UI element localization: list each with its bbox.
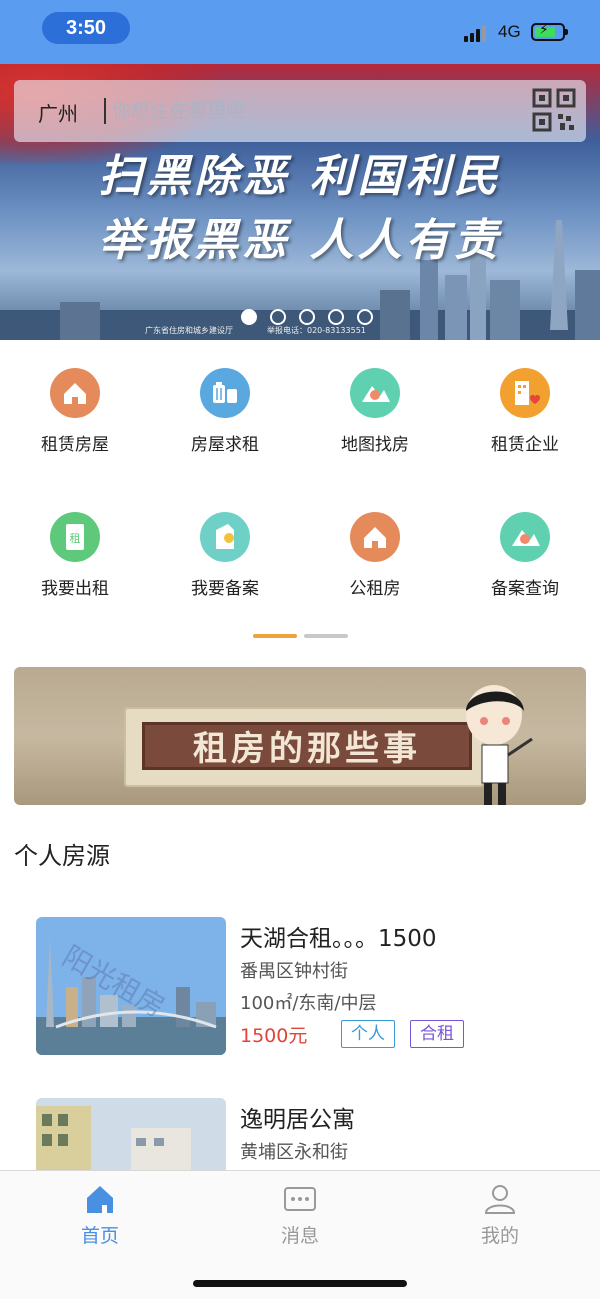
grid-item-label: 我要出租 xyxy=(41,579,109,599)
cartoon-girl-illustration xyxy=(466,685,533,805)
grid-item-label: 备案查询 xyxy=(491,579,559,599)
grid-item-label: 房屋求租 xyxy=(191,435,259,455)
tab-label: 消息 xyxy=(280,1225,319,1247)
status-bar: 3:50 4G ⚡ xyxy=(0,0,600,64)
search-input[interactable] xyxy=(112,94,492,128)
grid-item-house-wanted[interactable]: 房屋求租 xyxy=(150,368,300,478)
home-icon xyxy=(87,1186,113,1213)
grid-item-rental-enterprise[interactable]: 租赁企业 xyxy=(450,368,600,478)
carousel-dot[interactable] xyxy=(357,309,373,325)
search-divider xyxy=(104,98,106,124)
listing-tag-personal: 个人 xyxy=(341,1020,395,1048)
listing-tag-shared: 合租 xyxy=(410,1020,464,1048)
public-housing-icon xyxy=(350,512,400,562)
grid-item-record[interactable]: 我要备案 xyxy=(150,512,300,622)
city-selector[interactable]: 广州 xyxy=(38,98,78,127)
home-indicator xyxy=(193,1280,407,1287)
bottom-tab-bar: 首页 消息 我的 xyxy=(0,1170,600,1299)
carousel-dot[interactable] xyxy=(241,309,257,325)
banner-slogan-line1: 扫黑除恶 利国利民 xyxy=(98,151,502,202)
banner-footer-right: 举报电话：020-83133551 xyxy=(267,326,366,335)
grid-pager-inactive[interactable] xyxy=(304,634,348,638)
qr-scan-icon[interactable] xyxy=(530,86,578,134)
luggage-icon xyxy=(200,368,250,418)
carousel-dot[interactable] xyxy=(328,309,344,325)
banner-footer-left: 广东省住房和城乡建设厅 xyxy=(145,326,233,335)
grid-item-label: 地图找房 xyxy=(341,435,409,455)
tab-home[interactable]: 首页 xyxy=(0,1183,200,1247)
listing-spec: 100㎡/东南/中层 xyxy=(240,993,377,1014)
grid-item-label: 公租房 xyxy=(349,579,401,599)
grid-item-rental-housing[interactable]: 租赁房屋 xyxy=(0,368,150,478)
grid-item-rent-out[interactable]: 租 我要出租 xyxy=(0,512,150,622)
grid-item-map-search[interactable]: 地图找房 xyxy=(300,368,450,478)
enterprise-icon xyxy=(500,368,550,418)
svg-text:租: 租 xyxy=(70,532,81,545)
carousel-dot[interactable] xyxy=(299,309,315,325)
search-bar: 广州 xyxy=(14,80,586,142)
listing-name: 天湖合租。。。1500 xyxy=(240,926,437,952)
listing-price: 1500元 xyxy=(240,1025,308,1047)
grid-item-label: 租赁房屋 xyxy=(41,435,109,455)
listing-area: 黄埔区永和街 xyxy=(240,1142,348,1163)
record-icon xyxy=(200,512,250,562)
promo-title: 租房的那些事 xyxy=(142,722,472,770)
cellular-signal-icon xyxy=(464,24,490,42)
listing-card[interactable]: 逸明居公寓 黄埔区永和街 xyxy=(36,1098,576,1170)
tab-label: 我的 xyxy=(480,1225,519,1247)
listing-name: 逸明居公寓 xyxy=(240,1107,355,1133)
listing-thumbnail: 阳光租房 xyxy=(36,917,226,1055)
profile-icon xyxy=(484,1185,516,1214)
rent-out-icon: 租 xyxy=(50,512,100,562)
map-icon xyxy=(350,368,400,418)
network-type: 4G xyxy=(498,22,521,41)
grid-pager-active[interactable] xyxy=(253,634,297,638)
listing-card[interactable]: 阳光租房 天湖合租。。。1500 番禺区钟村街 100㎡/东南/中层 1500元… xyxy=(36,917,576,1057)
banner-slogan-line2: 举报黑恶 人人有责 xyxy=(98,215,502,266)
grid-item-label: 我要备案 xyxy=(191,579,259,599)
section-title-personal-listings: 个人房源 xyxy=(14,842,110,870)
tab-messages[interactable]: 消息 xyxy=(200,1183,400,1247)
tab-label: 首页 xyxy=(80,1225,119,1247)
grid-item-public-housing[interactable]: 公租房 xyxy=(300,512,450,622)
carousel-dot[interactable] xyxy=(270,309,286,325)
grid-item-label: 租赁企业 xyxy=(491,435,559,455)
record-query-icon xyxy=(500,512,550,562)
grid-item-record-query[interactable]: 备案查询 xyxy=(450,512,600,622)
tab-profile[interactable]: 我的 xyxy=(400,1183,600,1247)
status-time: 3:50 xyxy=(42,12,130,44)
message-icon xyxy=(284,1187,316,1211)
promo-banner[interactable]: 租房的那些事 xyxy=(14,667,586,805)
listing-area: 番禺区钟村街 xyxy=(240,961,348,982)
listing-thumbnail xyxy=(36,1098,226,1170)
house-icon xyxy=(50,368,100,418)
battery-icon: ⚡ xyxy=(531,22,568,41)
